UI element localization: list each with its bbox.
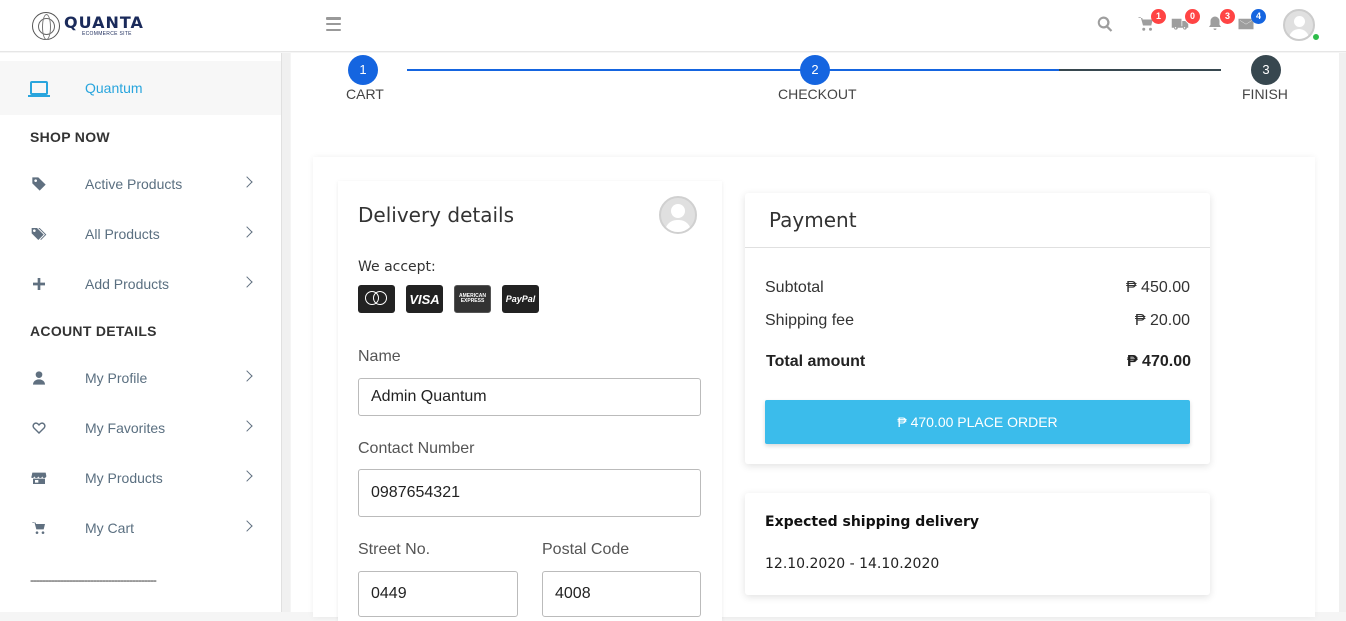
sidebar-item-label: My Favorites (85, 420, 166, 436)
sidebar-divider: ----------------------------------------… (30, 573, 157, 587)
place-order-button[interactable]: ₱ 470.00 PLACE ORDER (765, 400, 1190, 444)
postal-label: Postal Code (542, 541, 630, 558)
sidebar-brand-label: Quantum (85, 80, 143, 96)
name-field[interactable]: Admin Quantum (358, 378, 701, 416)
sidebar-item-all-products[interactable]: All Products (0, 209, 281, 259)
laptop-icon (28, 81, 50, 97)
top-bar: QUANTA ECOMMERCE SITE 1 0 3 4 (0, 0, 1346, 52)
online-status-dot (1312, 33, 1320, 41)
logo-name: QUANTA (64, 13, 144, 32)
step-3-circle[interactable]: 3 (1251, 55, 1281, 85)
truck-badge: 0 (1185, 9, 1200, 24)
total-row: Total amount ₱ 470.00 (766, 353, 1191, 371)
cart-badge: 1 (1151, 9, 1166, 24)
sidebar-brand[interactable]: Quantum (0, 61, 281, 115)
street-label: Street No. (358, 541, 431, 558)
section-account-details: ACOUNT DETAILS (30, 323, 157, 339)
shipping-fee-value: ₱ 20.00 (1134, 312, 1190, 329)
step-3-label: FINISH (1242, 86, 1288, 102)
store-icon (30, 469, 48, 487)
payment-cards: VISA AMERICAN EXPRESS PayPal (358, 285, 539, 313)
step-1-label: CART (346, 86, 384, 102)
payment-divider (745, 247, 1210, 248)
menu-toggle-icon[interactable] (326, 17, 341, 31)
step-2-label: CHECKOUT (778, 86, 857, 102)
sidebar-item-label: My Profile (85, 370, 148, 386)
contact-label: Contact Number (358, 440, 475, 457)
chevron-right-icon (241, 370, 253, 382)
tags-icon (30, 225, 48, 243)
subtotal-row: Subtotal ₱ 450.00 (765, 279, 1190, 297)
step-2-circle[interactable]: 2 (800, 55, 830, 85)
tag-icon (30, 175, 48, 193)
sidebar-item-my-cart[interactable]: My Cart (0, 503, 281, 553)
delivery-avatar (659, 196, 697, 234)
sidebar-item-my-favorites[interactable]: My Favorites (0, 403, 281, 453)
sidebar-item-label: Add Products (85, 276, 170, 292)
we-accept-label: We accept: (358, 259, 436, 275)
truck-icon[interactable]: 0 (1171, 9, 1200, 35)
sidebar: Quantum SHOP NOW Active Products All Pro… (0, 53, 290, 612)
user-icon (30, 369, 48, 387)
subtotal-value: ₱ 450.00 (1125, 279, 1190, 296)
amex-icon: AMERICAN EXPRESS (454, 285, 491, 313)
chevron-right-icon (241, 520, 253, 532)
logo-mark-icon (32, 12, 60, 40)
sidebar-item-my-products[interactable]: My Products (0, 453, 281, 503)
contact-number-field[interactable]: 0987654321 (358, 469, 701, 517)
chevron-right-icon (241, 176, 253, 188)
sidebar-item-active-products[interactable]: Active Products (0, 159, 281, 209)
payment-card: Payment Subtotal ₱ 450.00 Shipping fee ₱… (745, 193, 1210, 464)
shipping-dates: 12.10.2020 - 14.10.2020 (765, 556, 940, 572)
mail-icon[interactable]: 4 (1237, 9, 1266, 35)
section-shop-now: SHOP NOW (30, 129, 110, 145)
chevron-right-icon (241, 276, 253, 288)
chevron-right-icon (241, 470, 253, 482)
plus-icon (30, 275, 48, 293)
paypal-icon: PayPal (502, 285, 539, 313)
sidebar-item-add-products[interactable]: Add Products (0, 259, 281, 309)
stepper-remaining-line (1059, 69, 1221, 71)
chevron-right-icon (241, 226, 253, 238)
sidebar-item-label: My Products (85, 470, 163, 486)
bell-icon[interactable]: 3 (1206, 9, 1235, 35)
delivery-details-card: Delivery details We accept: VISA AMERICA… (338, 181, 722, 621)
main-content: 1 CART 2 CHECKOUT 3 FINISH Delivery deta… (291, 53, 1339, 621)
mastercard-icon (358, 285, 395, 313)
search-icon[interactable] (1096, 15, 1116, 35)
bell-badge: 3 (1220, 9, 1235, 24)
sidebar-item-my-profile[interactable]: My Profile (0, 353, 281, 403)
cart-icon (30, 519, 48, 537)
total-label: Total amount (766, 353, 866, 370)
logo[interactable]: QUANTA ECOMMERCE SITE (32, 10, 162, 42)
total-value: ₱ 470.00 (1126, 353, 1191, 370)
heart-icon (30, 419, 48, 437)
delivery-title: Delivery details (358, 203, 515, 227)
scroll-gutter (1339, 53, 1346, 612)
mail-badge: 4 (1251, 9, 1266, 24)
street-number-field[interactable]: 0449 (358, 571, 518, 617)
subtotal-label: Subtotal (765, 279, 824, 296)
sidebar-item-label: All Products (85, 226, 160, 242)
sidebar-item-label: My Cart (85, 520, 134, 536)
postal-code-field[interactable]: 4008 (542, 571, 701, 617)
shipping-fee-row: Shipping fee ₱ 20.00 (765, 312, 1190, 330)
visa-icon: VISA (406, 285, 443, 313)
shipping-fee-label: Shipping fee (765, 312, 854, 329)
user-avatar[interactable] (1283, 9, 1315, 41)
logo-tagline: ECOMMERCE SITE (82, 31, 132, 37)
chevron-right-icon (241, 420, 253, 432)
payment-title: Payment (769, 208, 857, 232)
cart-icon[interactable]: 1 (1137, 9, 1166, 35)
shipping-card: Expected shipping delivery 12.10.2020 - … (745, 493, 1210, 595)
shipping-title: Expected shipping delivery (765, 514, 980, 530)
sidebar-item-label: Active Products (85, 176, 183, 192)
step-1-circle[interactable]: 1 (348, 55, 378, 85)
stepper-progress-line (407, 69, 1059, 71)
name-label: Name (358, 348, 401, 365)
